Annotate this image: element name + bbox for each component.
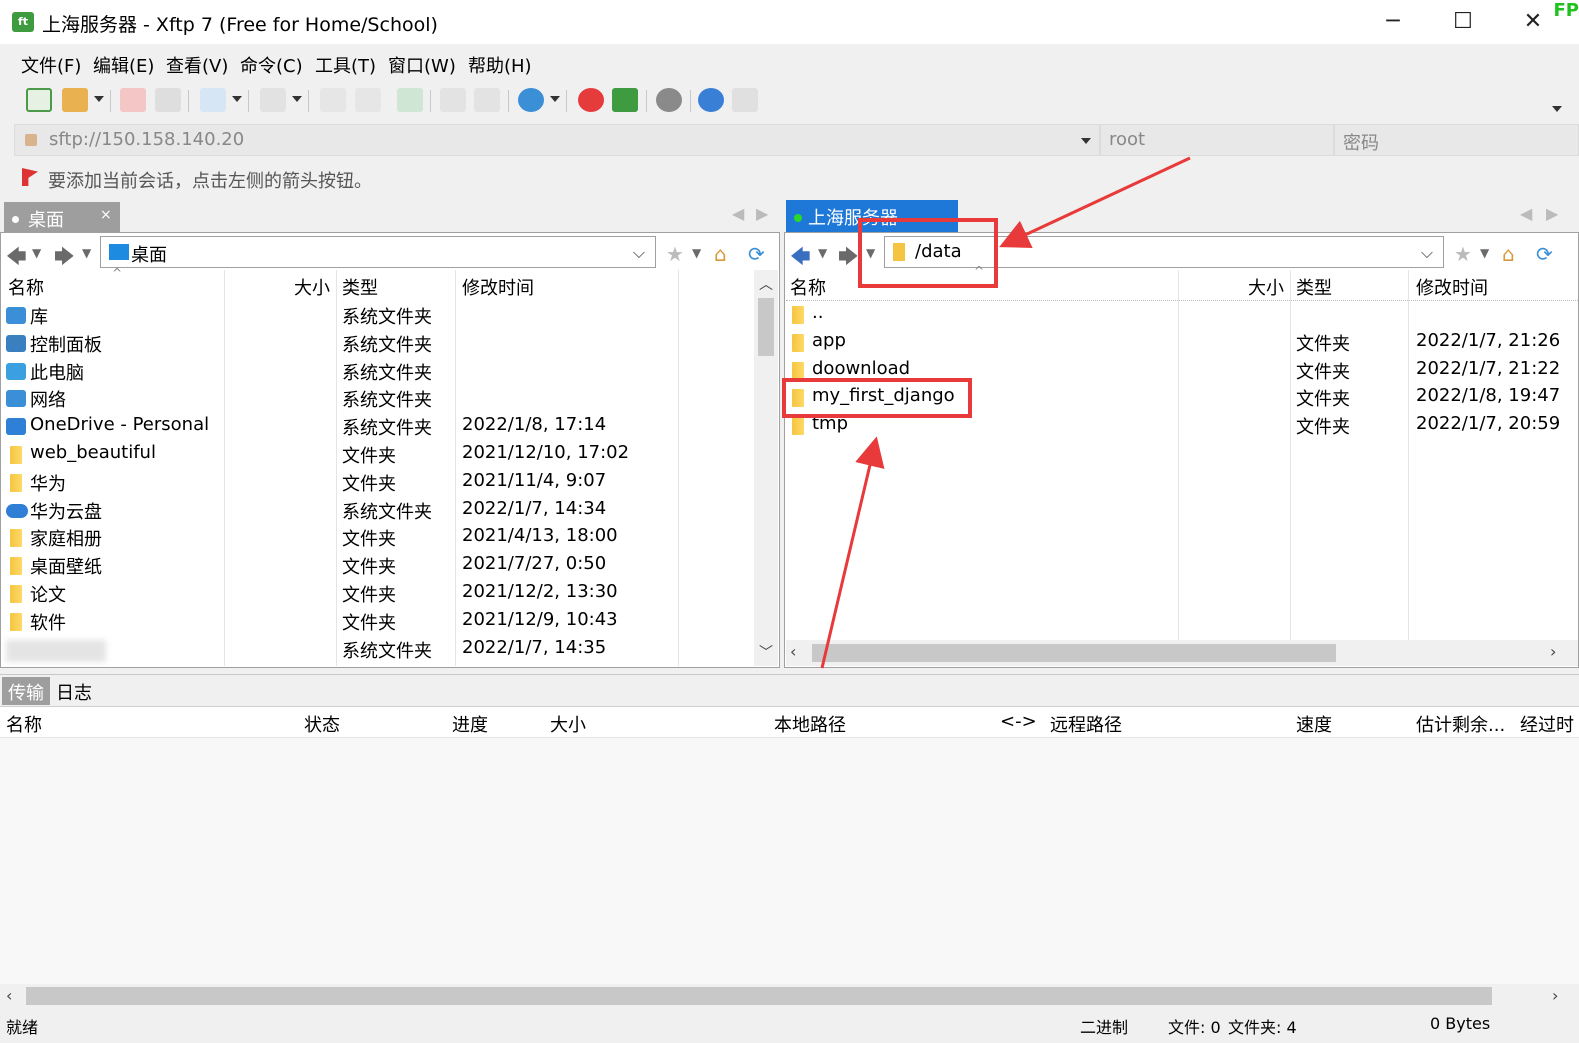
annotation-arrows	[820, 156, 1191, 669]
annotation-arrow	[820, 436, 885, 669]
annotation-arrow	[999, 156, 1191, 248]
xftp-window: ft 上海服务器 - Xftp 7 (Free for Home/School)…	[0, 0, 1579, 1043]
